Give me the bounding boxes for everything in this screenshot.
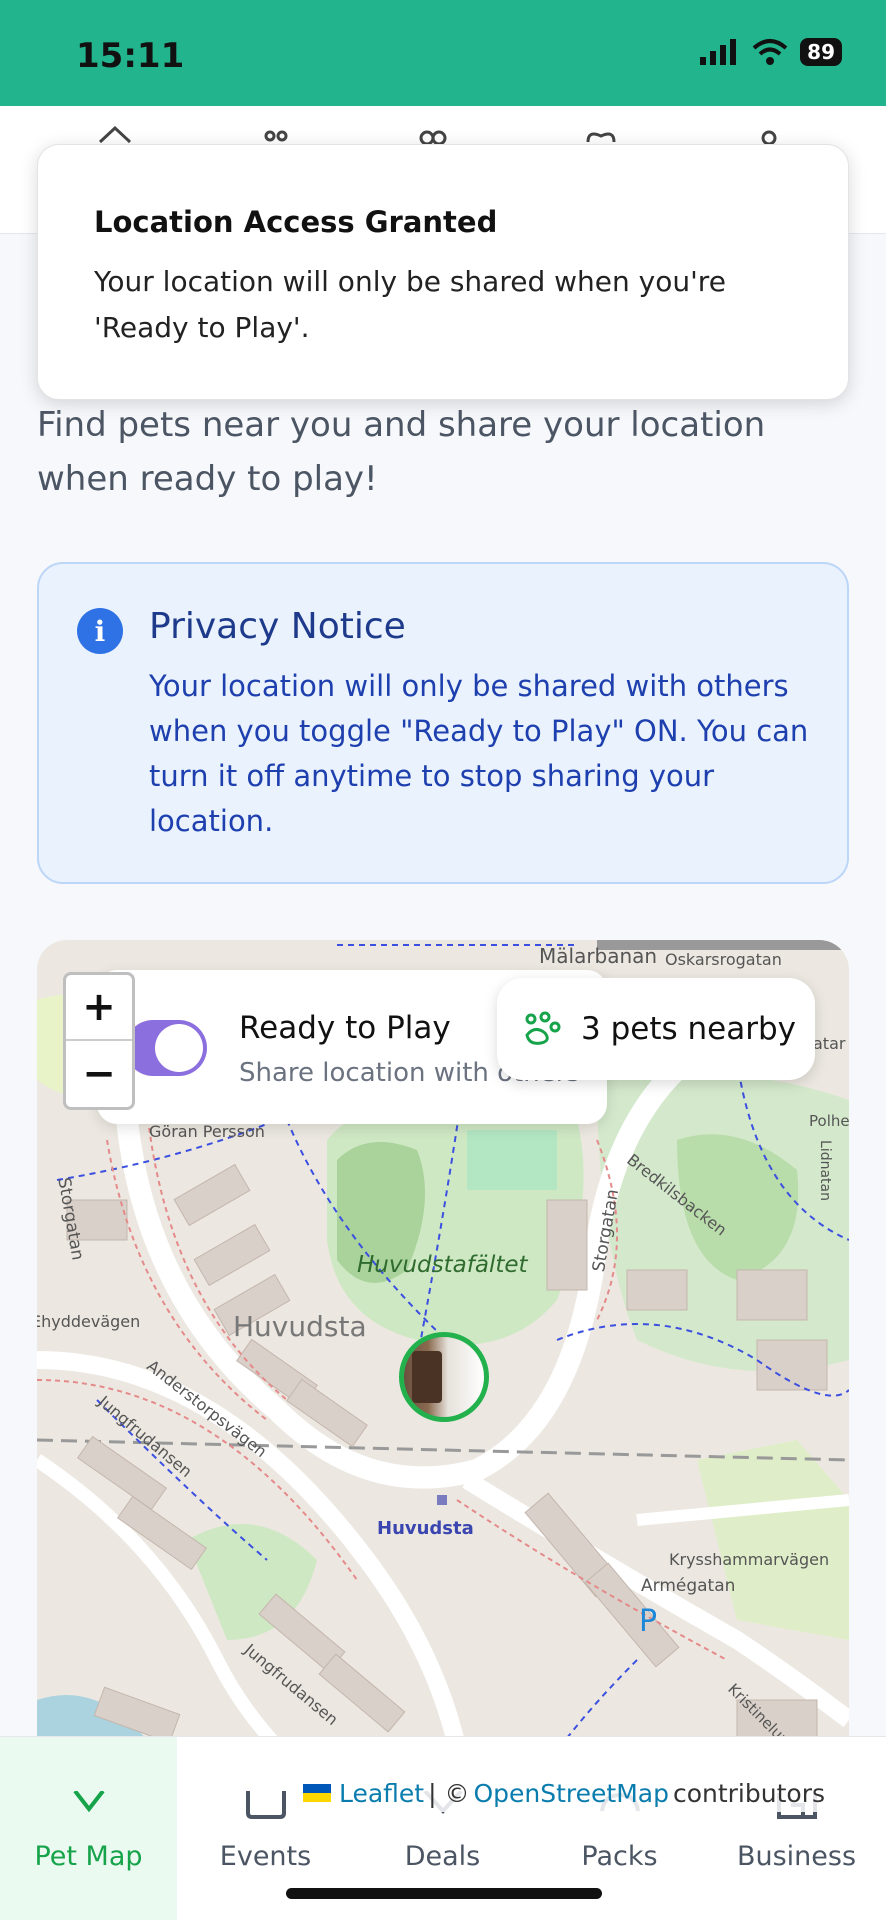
tab-label: Business [736,1841,857,1872]
map-label-polhe: Polhe [809,1112,849,1130]
user-location-marker[interactable] [399,1332,489,1422]
pet-map[interactable]: Mälarbanan Oskarsrogatan Göran Persson S… [37,940,849,1812]
map-label-malarbanan: Mälarbanan [539,944,658,968]
privacy-notice: i Privacy Notice Your location will only… [37,562,849,884]
pets-nearby-badge[interactable]: 3 pets nearby [497,978,815,1080]
privacy-notice-title: Privacy Notice [149,606,406,647]
tab-label: Pet Map [34,1841,143,1872]
map-label-atar: atar [813,1034,846,1053]
openstreetmap-link[interactable]: OpenStreetMap [473,1779,669,1808]
map-pin-icon [72,1791,105,1813]
map-attribution: Leaflet | © OpenStreetMap contributors [292,1774,835,1812]
tab-pet-map[interactable]: Pet Map [0,1737,177,1920]
signal-icon [700,39,737,65]
home-indicator [286,1888,602,1899]
attribution-separator: | © [428,1778,470,1808]
paw-icon [525,1011,561,1045]
marker-photo [412,1351,442,1403]
map-label-hyddevagen: Ehyddevägen [37,1312,141,1331]
ready-to-play-toggle[interactable] [125,1020,207,1076]
ready-to-play-title: Ready to Play [239,1010,451,1046]
pets-nearby-text: 3 pets nearby [581,1011,796,1047]
status-icons: 89 [700,38,842,66]
toggle-knob [155,1024,203,1072]
tab-label: Deals [404,1841,481,1872]
map-label-huvudsta-station: Huvudsta [377,1518,474,1539]
parking-icon: P [639,1604,658,1639]
battery-indicator: 89 [800,38,842,66]
attribution-contributors: contributors [672,1778,825,1808]
zoom-out-button[interactable]: − [66,1041,132,1107]
toast-message: Your location will only be shared when y… [94,265,726,344]
tab-business[interactable]: Business [708,1737,885,1920]
privacy-notice-body: Your location will only be shared with o… [149,669,809,838]
toast-title: Location Access Granted [94,205,498,239]
tab-label: Events [219,1841,312,1872]
map-label-huvudsta: Huvudsta [233,1310,367,1343]
map-label-goran: Göran Persson [149,1122,265,1141]
map-label-huvudstafaltet: Huvudstafältet [357,1252,528,1278]
wifi-icon [752,39,788,65]
zoom-in-button[interactable]: + [66,975,132,1041]
zoom-control: + − [63,972,135,1110]
status-time: 15:11 [76,36,185,76]
leaflet-link[interactable]: Leaflet [339,1779,424,1808]
map-label-krysshammarvagen: Krysshammarvägen [669,1550,830,1569]
status-bar: 15:11 89 [0,0,886,106]
map-label-armegatan: Armégatan [641,1576,736,1596]
calendar-icon [245,1791,286,1819]
map-label-lidnatan: Lidnatan [817,1140,833,1201]
tab-label: Packs [581,1841,658,1872]
intro-text: Find pets near you and share your locati… [37,405,766,499]
ukraine-flag-icon [302,1784,331,1802]
info-icon: i [77,608,123,654]
map-label-oskarsrogatan: Oskarsrogatan [665,950,782,969]
location-toast: Location Access Granted Your location wi… [37,144,849,400]
